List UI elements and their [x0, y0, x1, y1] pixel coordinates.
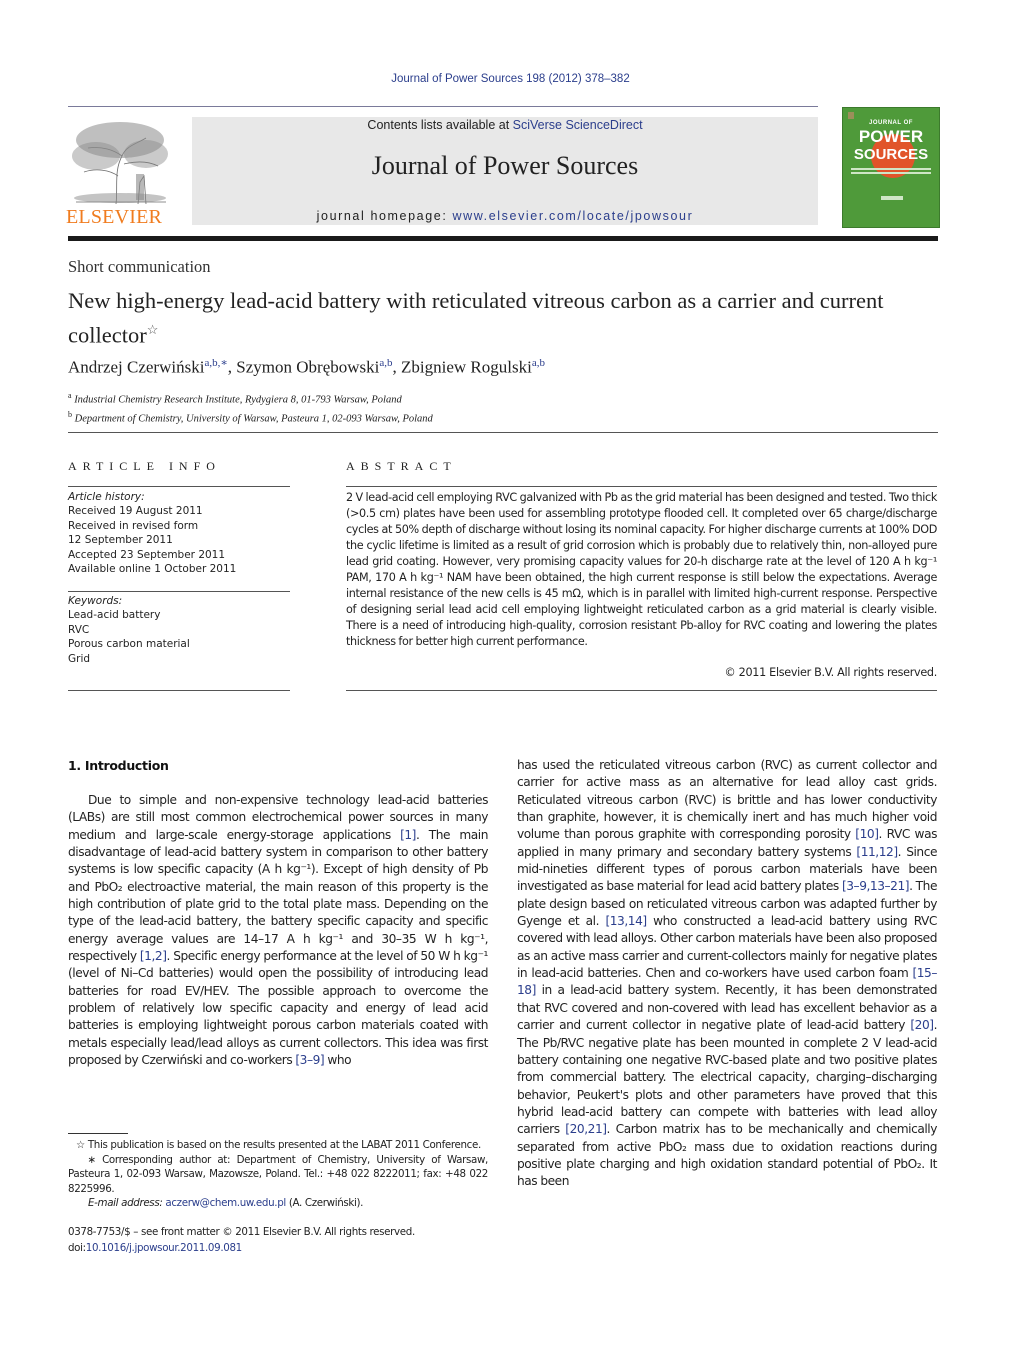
- body-text: . The main disadvantage of lead-acid bat…: [68, 827, 489, 964]
- body-text: . Specific energy performance at the lev…: [68, 949, 488, 1068]
- body-text: in a lead-acid battery system. Recently,…: [517, 983, 937, 1033]
- history-entry: Received 19 August 2011: [68, 505, 203, 518]
- footnote-email: E-mail address: aczerw@chem.uw.edu.pl (A…: [68, 1196, 488, 1211]
- citation-link[interactable]: [11,12]: [856, 845, 898, 859]
- abstract-divider: [346, 690, 937, 691]
- body-paragraph: Due to simple and non-expensive technolo…: [68, 792, 488, 1070]
- abstract-divider: [346, 486, 937, 487]
- doi-prefix: doi:: [68, 1241, 86, 1254]
- body-column-left: Due to simple and non-expensive technolo…: [68, 792, 488, 1070]
- abstract-text: 2 V lead-acid cell employing RVC galvani…: [346, 491, 937, 648]
- cover-label-line2: SOURCES: [853, 146, 929, 163]
- footnote-star-text: This publication is based on the results…: [87, 1139, 481, 1151]
- author-affiliation-marks[interactable]: a,b,∗: [204, 357, 227, 369]
- citation-link[interactable]: [20,21]: [565, 1122, 607, 1136]
- article-info-divider: [68, 690, 290, 691]
- author-affiliation-marks[interactable]: a,b: [532, 357, 545, 369]
- cover-logo-mark: [881, 196, 903, 200]
- author-email-link[interactable]: aczerw@chem.uw.edu.pl: [165, 1197, 286, 1209]
- corresponding-author-mark: ∗: [87, 1153, 96, 1166]
- history-entry: Accepted 23 September 2011: [68, 548, 226, 561]
- header-divider: [68, 106, 818, 107]
- affiliation-text: Department of Chemistry, University of W…: [74, 413, 433, 425]
- citation-link[interactable]: [1,2]: [140, 949, 167, 963]
- contents-prefix: Contents lists available at: [367, 118, 513, 132]
- abstract-copyright: © 2011 Elsevier B.V. All rights reserved…: [724, 666, 938, 679]
- abstract-heading: ABSTRACT: [346, 459, 457, 473]
- history-entry: Received in revised form: [68, 519, 199, 532]
- article-info-divider: [68, 486, 290, 487]
- citation-link[interactable]: [10]: [855, 827, 879, 841]
- footnote-corresponding: ∗ Corresponding author at: Department of…: [68, 1153, 488, 1197]
- article-type: Short communication: [68, 257, 211, 276]
- journal-homepage-link[interactable]: www.elsevier.com/locate/jpowsour: [452, 209, 693, 223]
- body-text: who: [324, 1053, 352, 1068]
- body-paragraph: has used the reticulated vitreous carbon…: [517, 757, 937, 1191]
- citation-link[interactable]: [13,14]: [605, 914, 647, 928]
- citation-link[interactable]: [20]: [910, 1018, 934, 1032]
- cover-subtitle-line: [851, 168, 931, 170]
- homepage-prefix: journal homepage:: [316, 209, 453, 223]
- keyword-item: Lead-acid battery: [68, 609, 161, 622]
- author-list: Andrzej Czerwińskia,b,∗, Szymon Obrębows…: [68, 357, 545, 377]
- keyword-item: Grid: [68, 652, 91, 665]
- article-title-text: New high-energy lead-acid battery with r…: [68, 288, 884, 348]
- affiliation-mark: b: [68, 410, 72, 419]
- email-label: E-mail address:: [88, 1197, 163, 1209]
- section-heading-introduction: 1. Introduction: [68, 758, 169, 773]
- author-name[interactable]: Andrzej Czerwiński: [68, 358, 204, 377]
- footnotes: ☆ This publication is based on the resul…: [68, 1138, 488, 1211]
- footnote-divider: [68, 1133, 128, 1134]
- publisher-name: ELSEVIER: [66, 206, 163, 228]
- citation-link[interactable]: [3–9]: [295, 1053, 324, 1067]
- footnote-star: ☆ This publication is based on the resul…: [68, 1138, 488, 1153]
- article-info-divider: [68, 591, 290, 592]
- cover-publisher-mark: [848, 112, 854, 119]
- article-history-label: Article history:: [68, 491, 145, 503]
- cover-label-small: JOURNAL OF: [869, 120, 913, 126]
- footnote-star-icon: ☆: [76, 1139, 85, 1151]
- affiliation-item: a Industrial Chemistry Research Institut…: [68, 389, 433, 408]
- author-name[interactable]: Szymon Obrębowski: [236, 358, 379, 377]
- title-footnote-star-icon[interactable]: ☆: [147, 322, 159, 337]
- affiliations: a Industrial Chemistry Research Institut…: [68, 389, 433, 427]
- keyword-item: Porous carbon material: [68, 638, 190, 651]
- cover-label-line1: POWER: [858, 127, 924, 146]
- doi-line: doi:10.1016/j.jpowsour.2011.09.081: [68, 1241, 415, 1257]
- keywords-label: Keywords:: [68, 595, 123, 607]
- article-info-heading: ARTICLE INFO: [68, 459, 221, 473]
- article-title: New high-energy lead-acid battery with r…: [68, 286, 938, 350]
- contents-line: Contents lists available at SciVerse Sci…: [192, 118, 818, 132]
- journal-cover-image[interactable]: JOURNAL OF POWER SOURCES: [842, 107, 940, 228]
- corresponding-author-text: Corresponding author at: Department of C…: [68, 1153, 488, 1195]
- body-text: . The Pb/RVC negative plate has been mou…: [517, 1018, 937, 1137]
- citation-link[interactable]: [3–9,13–21]: [842, 879, 910, 893]
- body-column-right: has used the reticulated vitreous carbon…: [517, 757, 937, 1191]
- cover-subtitle-line: [851, 172, 931, 174]
- running-head[interactable]: Journal of Power Sources 198 (2012) 378–…: [0, 73, 1021, 85]
- affiliation-text: Industrial Chemistry Research Institute,…: [74, 394, 402, 406]
- history-entry: 12 September 2011: [68, 534, 173, 547]
- citation-link[interactable]: [1]: [400, 828, 416, 842]
- author-affiliation-marks[interactable]: a,b: [379, 357, 392, 369]
- author-name[interactable]: Zbigniew Rogulski: [401, 358, 532, 377]
- doi-link[interactable]: 10.1016/j.jpowsour.2011.09.081: [86, 1242, 242, 1254]
- homepage-line: journal homepage: www.elsevier.com/locat…: [192, 209, 818, 223]
- keyword-item: RVC: [68, 623, 90, 636]
- email-owner: (A. Czerwiński).: [288, 1197, 364, 1209]
- sciencedirect-link[interactable]: SciVerse ScienceDirect: [513, 118, 643, 132]
- masthead-bottom-rule: [68, 236, 938, 241]
- affiliation-item: b Department of Chemistry, University of…: [68, 408, 433, 427]
- title-block-divider: [68, 432, 938, 433]
- journal-title: Journal of Power Sources: [371, 151, 639, 180]
- keywords: Keywords: Lead-acid battery RVC Porous c…: [68, 594, 290, 666]
- issn-block: 0378-7753/$ – see front matter © 2011 El…: [68, 1225, 415, 1256]
- journal-masthead: Contents lists available at SciVerse Sci…: [192, 117, 818, 225]
- affiliation-mark: a: [68, 391, 72, 400]
- article-history: Article history: Received 19 August 2011…: [68, 490, 290, 576]
- history-entry: Available online 1 October 2011: [68, 563, 237, 576]
- issn-line: 0378-7753/$ – see front matter © 2011 El…: [68, 1226, 415, 1238]
